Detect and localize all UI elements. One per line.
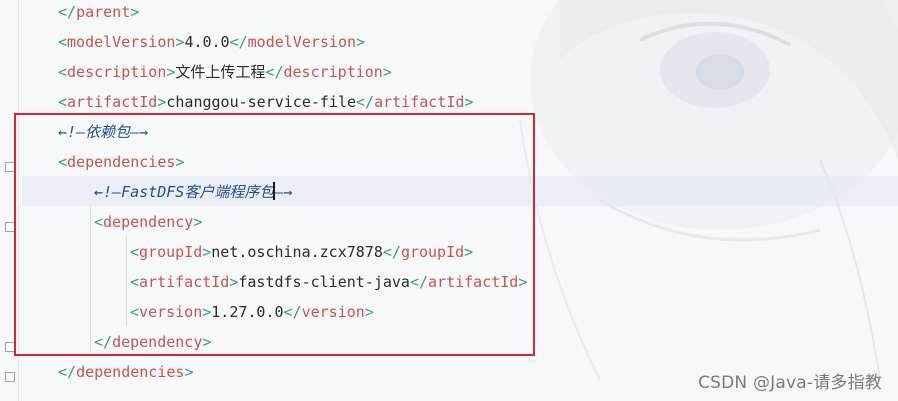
- fold-marker-icon[interactable]: [5, 372, 15, 382]
- csdn-watermark: CSDN @Java-请多指教: [698, 373, 882, 393]
- xml-tag: artifactId: [67, 93, 158, 111]
- xml-tag: dependencies: [76, 363, 185, 381]
- xml-tag: modelVersion: [67, 33, 176, 51]
- xml-tag: artifactId: [374, 93, 465, 111]
- xml-tag: description: [283, 63, 383, 81]
- xml-bracket: </: [58, 3, 77, 21]
- xml-bracket: >: [130, 3, 140, 21]
- annotation-highlight-box: [14, 113, 535, 356]
- code-line: </parent>: [58, 0, 139, 27]
- xml-value: 文件上传工程: [175, 63, 266, 81]
- code-line: <modelVersion>4.0.0</modelVersion>: [58, 33, 366, 51]
- xml-tag: description: [67, 63, 167, 81]
- xml-tag: parent: [76, 3, 131, 21]
- code-line: <description>文件上传工程</description>: [58, 63, 392, 81]
- xml-value: changgou-service-file: [166, 93, 357, 111]
- xml-value: 4.0.0: [184, 33, 230, 51]
- xml-tag: modelVersion: [247, 33, 357, 51]
- code-line: </dependencies>: [58, 363, 194, 381]
